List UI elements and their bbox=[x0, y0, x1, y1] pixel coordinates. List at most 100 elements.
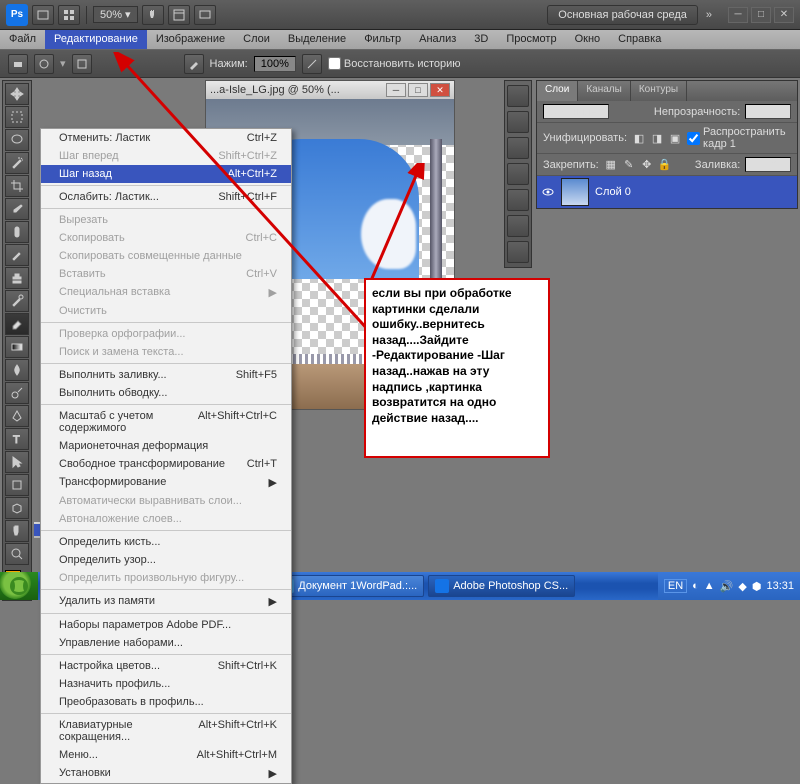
marquee-tool-icon[interactable] bbox=[5, 106, 29, 128]
menu-item[interactable]: Определить кисть... bbox=[41, 533, 291, 551]
menu-файл[interactable]: Файл bbox=[0, 30, 45, 49]
workspace-switcher[interactable]: Основная рабочая среда bbox=[547, 5, 698, 25]
unify-position-icon[interactable]: ◧ bbox=[632, 131, 646, 145]
menu-анализ[interactable]: Анализ bbox=[410, 30, 465, 49]
menu-редактирование[interactable]: Редактирование bbox=[45, 30, 147, 49]
brush-preset-icon[interactable] bbox=[34, 54, 54, 74]
menu-окно[interactable]: Окно bbox=[566, 30, 610, 49]
crop-tool-icon[interactable] bbox=[5, 175, 29, 197]
close-button[interactable]: ✕ bbox=[774, 7, 794, 23]
taskbar-item[interactable]: Adobe Photoshop CS... bbox=[428, 575, 575, 597]
lock-transparency-icon[interactable]: ▦ bbox=[604, 158, 618, 172]
panel-tab[interactable]: Каналы bbox=[578, 81, 631, 101]
menu-item[interactable]: Настройка цветов...Shift+Ctrl+K bbox=[41, 657, 291, 675]
healing-tool-icon[interactable] bbox=[5, 221, 29, 243]
blend-mode-select[interactable]: Обычные ▾ bbox=[543, 104, 609, 119]
menu-item[interactable]: Меню...Alt+Shift+Ctrl+M bbox=[41, 746, 291, 764]
menu-item[interactable]: Марионеточная деформация bbox=[41, 437, 291, 455]
adjustments-panel-icon[interactable] bbox=[507, 215, 529, 237]
document-titlebar[interactable]: ...a-Isle_LG.jpg @ 50% (... ─ □ ✕ bbox=[206, 81, 454, 99]
clock[interactable]: 13:31 bbox=[766, 580, 794, 592]
airbrush-icon[interactable] bbox=[184, 54, 204, 74]
brush-tool-icon[interactable] bbox=[5, 244, 29, 266]
menu-item[interactable]: Управление наборами... bbox=[41, 634, 291, 652]
lock-pixels-icon[interactable]: ✎ bbox=[622, 158, 636, 172]
tray-icon[interactable]: ◆ bbox=[738, 580, 746, 593]
color-panel-icon[interactable] bbox=[507, 137, 529, 159]
styles-panel-icon[interactable] bbox=[507, 189, 529, 211]
tray-icon[interactable]: 🔊 bbox=[720, 580, 734, 593]
hand-tool-icon[interactable] bbox=[142, 5, 164, 25]
minimize-button[interactable]: ─ bbox=[728, 7, 748, 23]
brush-panel-icon[interactable] bbox=[72, 54, 92, 74]
start-button[interactable] bbox=[0, 572, 38, 600]
propagate-frame-checkbox[interactable]: Распространить кадр 1 bbox=[687, 126, 791, 150]
lock-all-icon[interactable]: 🔒 bbox=[658, 158, 672, 172]
type-tool-icon[interactable]: T bbox=[5, 428, 29, 450]
menu-item[interactable]: Выполнить заливку...Shift+F5 bbox=[41, 366, 291, 384]
doc-maximize-button[interactable]: □ bbox=[408, 83, 428, 97]
menu-item[interactable]: Установки▶ bbox=[41, 764, 291, 783]
actions-panel-icon[interactable] bbox=[507, 111, 529, 133]
move-tool-icon[interactable] bbox=[5, 83, 29, 105]
language-indicator[interactable]: EN bbox=[664, 579, 687, 593]
wand-tool-icon[interactable] bbox=[5, 152, 29, 174]
menu-просмотр[interactable]: Просмотр bbox=[497, 30, 565, 49]
view-extras-icon[interactable] bbox=[168, 5, 190, 25]
pen-tool-icon[interactable] bbox=[5, 405, 29, 427]
fill-field[interactable]: 100% ▸ bbox=[745, 157, 791, 172]
lock-position-icon[interactable]: ✥ bbox=[640, 158, 654, 172]
menu-изображение[interactable]: Изображение bbox=[147, 30, 234, 49]
history-brush-icon[interactable] bbox=[5, 290, 29, 312]
layer-thumbnail[interactable] bbox=[561, 178, 589, 206]
menu-слои[interactable]: Слои bbox=[234, 30, 279, 49]
opacity-field[interactable]: 100% bbox=[254, 56, 296, 72]
menu-item[interactable]: Выполнить обводку... bbox=[41, 384, 291, 402]
maximize-button[interactable]: □ bbox=[751, 7, 771, 23]
hand-tool-icon[interactable] bbox=[5, 520, 29, 542]
tablet-pressure-icon[interactable] bbox=[302, 54, 322, 74]
menu-item[interactable]: Трансформирование▶ bbox=[41, 473, 291, 492]
tray-icon[interactable]: ⬢ bbox=[752, 580, 762, 593]
menu-item[interactable]: Назначить профиль... bbox=[41, 675, 291, 693]
unify-visibility-icon[interactable]: ◨ bbox=[650, 131, 664, 145]
menu-item[interactable]: Отменить: ЛастикCtrl+Z bbox=[41, 129, 291, 147]
menu-item[interactable]: Клавиатурные сокращения...Alt+Shift+Ctrl… bbox=[41, 716, 291, 746]
screen-mode-icon[interactable] bbox=[194, 5, 216, 25]
restore-history-checkbox[interactable]: Восстановить историю bbox=[328, 57, 461, 70]
swatches-panel-icon[interactable] bbox=[507, 163, 529, 185]
menu-item[interactable]: Удалить из памяти▶ bbox=[41, 592, 291, 611]
taskbar-item[interactable]: Документ 1WordPad.:... bbox=[273, 575, 424, 597]
dodge-tool-icon[interactable] bbox=[5, 382, 29, 404]
masks-panel-icon[interactable] bbox=[507, 241, 529, 263]
zoom-tool-icon[interactable] bbox=[5, 543, 29, 565]
eraser-tool-icon[interactable] bbox=[5, 313, 29, 335]
menu-item[interactable]: Свободное трансформированиеCtrl+T bbox=[41, 455, 291, 473]
shape-tool-icon[interactable] bbox=[5, 474, 29, 496]
menu-item[interactable]: Шаг назадAlt+Ctrl+Z bbox=[41, 165, 291, 183]
menu-item[interactable]: Преобразовать в профиль... bbox=[41, 693, 291, 711]
mini-bridge-icon[interactable] bbox=[58, 5, 80, 25]
expand-panels-icon[interactable]: » bbox=[706, 9, 712, 21]
menu-item[interactable]: Определить узор... bbox=[41, 551, 291, 569]
menu-item[interactable]: Ослабить: Ластик...Shift+Ctrl+F bbox=[41, 188, 291, 206]
eraser-preset-icon[interactable] bbox=[8, 54, 28, 74]
blur-tool-icon[interactable] bbox=[5, 359, 29, 381]
lasso-tool-icon[interactable] bbox=[5, 129, 29, 151]
path-select-icon[interactable] bbox=[5, 451, 29, 473]
tray-icon[interactable]: ▲ bbox=[704, 580, 715, 592]
menu-выделение[interactable]: Выделение bbox=[279, 30, 355, 49]
unify-style-icon[interactable]: ▣ bbox=[668, 131, 682, 145]
launch-bridge-icon[interactable] bbox=[32, 5, 54, 25]
doc-close-button[interactable]: ✕ bbox=[430, 83, 450, 97]
stamp-tool-icon[interactable] bbox=[5, 267, 29, 289]
eyedropper-tool-icon[interactable] bbox=[5, 198, 29, 220]
3d-tool-icon[interactable] bbox=[5, 497, 29, 519]
history-panel-icon[interactable] bbox=[507, 85, 529, 107]
panel-tab[interactable]: Контуры bbox=[631, 81, 687, 101]
menu-item[interactable]: Масштаб с учетом содержимогоAlt+Shift+Ct… bbox=[41, 407, 291, 437]
menu-справка[interactable]: Справка bbox=[609, 30, 670, 49]
layer-row[interactable]: Слой 0 bbox=[537, 176, 797, 208]
panel-tab[interactable]: Слои bbox=[537, 81, 578, 101]
visibility-eye-icon[interactable] bbox=[541, 185, 555, 199]
